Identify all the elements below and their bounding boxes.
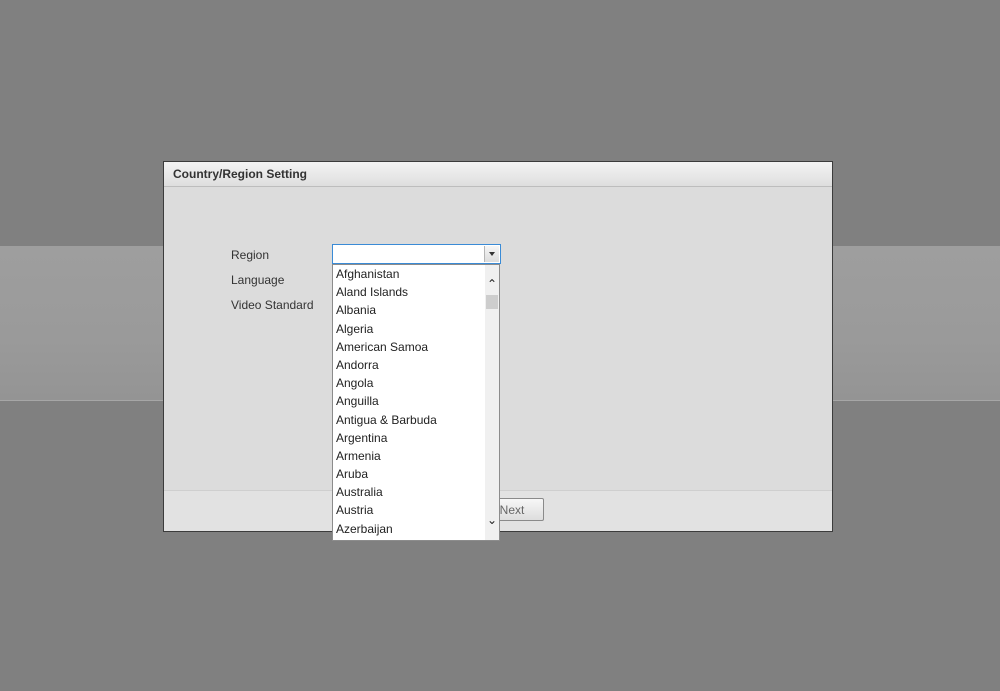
video-standard-label: Video Standard [231,298,314,312]
region-option[interactable]: Austria [333,501,485,519]
region-option[interactable]: Australia [333,483,485,501]
dropdown-scrollbar[interactable]: ⌃ ⌄ [485,265,499,540]
region-option[interactable]: Aland Islands [333,283,485,301]
region-option[interactable]: Armenia [333,447,485,465]
region-option[interactable]: American Samoa [333,338,485,356]
scroll-thumb[interactable] [486,295,498,309]
chevron-down-icon[interactable] [484,246,499,262]
region-option[interactable]: Argentina [333,429,485,447]
region-dropdown-list[interactable]: Afghanistan Aland Islands Albania Algeria Am… [332,264,500,541]
region-option[interactable]: Antigua & Barbuda [333,411,485,429]
dialog-title: Country/Region Setting [164,162,832,187]
region-label: Region [231,248,270,262]
region-option[interactable]: Afghanistan [333,265,485,283]
region-option[interactable]: Azerbaijan [333,520,485,538]
region-option[interactable]: Angola [333,374,485,392]
region-select[interactable] [332,244,501,264]
region-option[interactable]: Algeria [333,320,485,338]
chevron-down-icon[interactable]: ⌄ [485,512,499,529]
region-option[interactable]: Aruba [333,465,485,483]
region-options: Afghanistan Aland Islands Albania Algeria Am… [333,265,485,538]
chevron-up-icon[interactable]: ⌃ [485,276,499,293]
region-option[interactable]: Anguilla [333,392,485,410]
region-option[interactable]: Andorra [333,356,485,374]
language-label: Language [231,273,285,287]
region-option[interactable]: Albania [333,301,485,319]
